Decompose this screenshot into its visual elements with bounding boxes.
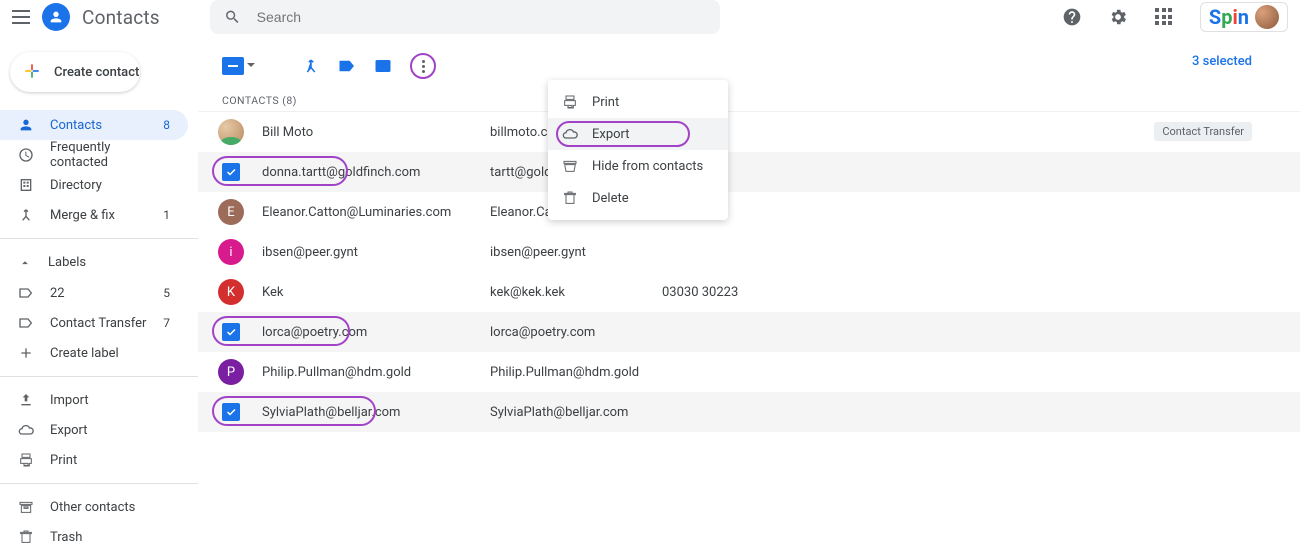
hide-icon <box>562 158 578 174</box>
plus-icon <box>22 61 42 84</box>
sidebar-item-merge-fix[interactable]: Merge & fix1 <box>0 200 188 230</box>
spin-badge[interactable]: Spin <box>1200 2 1288 32</box>
sidebar-item-directory[interactable]: Directory <box>0 170 188 200</box>
app-header: Contacts Spin <box>0 0 1300 34</box>
search-icon <box>224 8 241 26</box>
list-heading: CONTACTS (8) <box>198 90 1300 112</box>
contact-avatar: i <box>218 239 244 265</box>
sidebar-item-contacts[interactable]: Contacts8 <box>0 110 188 140</box>
menu-item-hide-from-contacts[interactable]: Hide from contacts <box>548 150 728 182</box>
table-row[interactable]: Bill Motobillmoto.comContact Transfer <box>198 112 1300 152</box>
contact-avatar: E <box>218 199 244 225</box>
contact-avatar <box>218 119 244 145</box>
contact-avatar: K <box>218 279 244 305</box>
select-all-toggle[interactable] <box>222 57 258 75</box>
more-actions-button[interactable] <box>410 53 436 79</box>
contact-name: Bill Moto <box>262 125 490 140</box>
clock-icon <box>18 147 34 163</box>
trash-icon <box>18 529 34 545</box>
sidebar-item-print[interactable]: Print <box>0 445 188 475</box>
table-row[interactable]: lorca@poetry.comlorca@poetry.com <box>198 312 1300 352</box>
label-chip: Contact Transfer <box>1154 122 1252 141</box>
contact-email: SylviaPlath@belljar.com <box>490 405 662 420</box>
sidebar: Create contact Contacts8Frequently conta… <box>0 34 198 505</box>
app-title: Contacts <box>82 6 160 29</box>
sidebar-item-create-label[interactable]: Create label <box>0 338 188 368</box>
table-row[interactable]: donna.tartt@goldfinch.comtartt@goldfinch… <box>198 152 1300 192</box>
upload-icon <box>18 392 34 408</box>
chevron-up-icon <box>18 256 32 270</box>
contacts-logo <box>42 3 70 31</box>
cloud-icon <box>562 126 578 142</box>
search-box[interactable] <box>210 0 720 34</box>
merge-icon <box>18 207 34 223</box>
contact-email: lorca@poetry.com <box>490 325 662 340</box>
merge-icon[interactable] <box>302 57 320 75</box>
tag-icon <box>18 285 34 301</box>
create-contact-button[interactable]: Create contact <box>10 52 140 92</box>
menu-icon[interactable] <box>12 10 30 24</box>
cloud-icon <box>18 422 34 438</box>
contact-name: Kek <box>262 285 490 300</box>
table-row[interactable]: SylviaPlath@belljar.comSylviaPlath@bellj… <box>198 392 1300 432</box>
contact-email: ibsen@peer.gynt <box>490 245 662 260</box>
selection-count: 3 selected <box>1192 54 1252 69</box>
email-icon[interactable] <box>374 57 392 75</box>
sidebar-item-contact-transfer[interactable]: Contact Transfer7 <box>0 308 188 338</box>
more-actions-menu: PrintExportHide from contactsDelete <box>548 80 728 220</box>
table-row[interactable]: i ibsen@peer.gyntibsen@peer.gynt <box>198 232 1300 272</box>
person-icon <box>18 117 34 133</box>
contact-name: Philip.Pullman@hdm.gold <box>262 365 490 380</box>
contact-email: kek@kek.kek <box>490 285 662 300</box>
labels-heading[interactable]: Labels <box>0 247 198 278</box>
sidebar-item-other-contacts[interactable]: Other contacts <box>0 492 188 522</box>
more-vertical-icon <box>422 60 425 73</box>
minus-checkbox-icon <box>222 57 244 75</box>
tag-icon <box>18 315 34 331</box>
print-icon <box>18 452 34 468</box>
sidebar-item-trash[interactable]: Trash <box>0 522 188 552</box>
selection-toolbar <box>198 48 1300 84</box>
sidebar-item-frequently-contacted[interactable]: Frequently contacted <box>0 140 188 170</box>
contact-name: Eleanor.Catton@Luminaries.com <box>262 205 490 220</box>
contact-name: ibsen@peer.gynt <box>262 245 490 260</box>
avatar[interactable] <box>1255 5 1279 29</box>
contact-email: Philip.Pullman@hdm.gold <box>490 365 662 380</box>
table-row[interactable]: EEleanor.Catton@Luminaries.comEleanor.Ca… <box>198 192 1300 232</box>
contact-phone: 03030 30223 <box>662 285 738 300</box>
menu-item-delete[interactable]: Delete <box>548 182 728 214</box>
building-icon <box>18 177 34 193</box>
menu-item-print[interactable]: Print <box>548 86 728 118</box>
sidebar-item-22[interactable]: 225 <box>0 278 188 308</box>
label-icon[interactable] <box>338 57 356 75</box>
search-input[interactable] <box>255 8 706 26</box>
gear-icon[interactable] <box>1106 5 1130 29</box>
plus-icon <box>18 345 34 361</box>
contact-avatar: P <box>218 359 244 385</box>
create-label: Create contact <box>54 65 139 80</box>
sidebar-item-export[interactable]: Export <box>0 415 188 445</box>
archive-icon <box>18 499 34 515</box>
menu-item-export[interactable]: Export <box>548 118 728 150</box>
main-content: 3 selected PrintExportHide from contacts… <box>198 34 1300 505</box>
trash-icon <box>562 190 578 206</box>
table-row[interactable]: P Philip.Pullman@hdm.goldPhilip.Pullman@h… <box>198 352 1300 392</box>
sidebar-item-import[interactable]: Import <box>0 385 188 415</box>
apps-icon[interactable] <box>1152 5 1176 29</box>
help-icon[interactable] <box>1060 5 1084 29</box>
table-row[interactable]: K Kekkek@kek.kek03030 30223 <box>198 272 1300 312</box>
print-icon <box>562 94 578 110</box>
